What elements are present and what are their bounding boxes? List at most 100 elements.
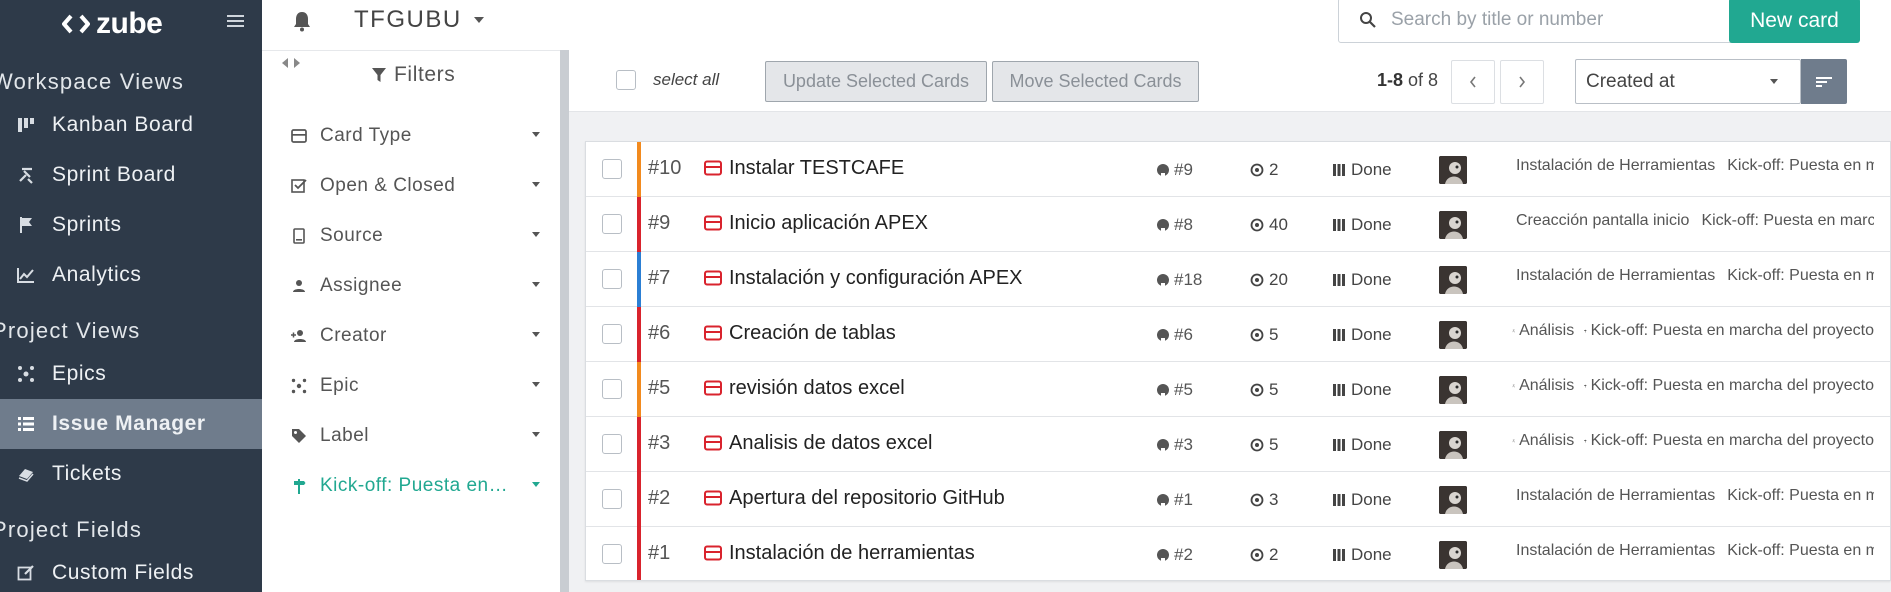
avatar[interactable] bbox=[1439, 321, 1467, 349]
bell-icon[interactable] bbox=[292, 10, 312, 32]
card-row[interactable]: #10 Instalar TESTCAFE #9 2 Done Instalac… bbox=[586, 142, 1890, 197]
github-issue[interactable]: #9 bbox=[1156, 160, 1193, 180]
card-number: #10 bbox=[648, 157, 682, 179]
sidebar-item-epics[interactable]: Epics bbox=[0, 349, 262, 399]
zube-logo[interactable]: zube bbox=[62, 7, 163, 41]
github-issue[interactable]: #3 bbox=[1156, 435, 1193, 455]
sidebar-item-custom-fields[interactable]: Custom Fields bbox=[0, 548, 262, 592]
next-page-button[interactable] bbox=[1500, 60, 1544, 104]
filter-label: Assignee bbox=[320, 275, 403, 296]
card-title[interactable]: Inicio aplicación APEX bbox=[729, 212, 928, 235]
card-checkbox[interactable] bbox=[602, 324, 622, 344]
sort-select[interactable]: Created at bbox=[1575, 59, 1801, 104]
sprint-icon bbox=[1512, 439, 1515, 443]
update-selected-cards-button[interactable]: Update Selected Cards bbox=[765, 61, 987, 102]
card-labels: Instalación de Herramientas Kick-off: Pu… bbox=[1512, 267, 1874, 285]
status-columns-icon bbox=[1333, 219, 1345, 231]
card-labels: Análisis Kick-off: Puesta en marcha del … bbox=[1512, 432, 1874, 450]
prev-page-button[interactable] bbox=[1451, 60, 1495, 104]
sidebar-item-analytics[interactable]: Analytics bbox=[0, 250, 262, 300]
sprint-icon bbox=[1512, 384, 1515, 388]
filter-label-tag[interactable]: Label bbox=[290, 418, 540, 454]
sidebar-item-sprint-board[interactable]: Sprint Board bbox=[0, 150, 262, 200]
github-issue[interactable]: #5 bbox=[1156, 380, 1193, 400]
card-type-icon bbox=[704, 490, 722, 506]
card-checkbox[interactable] bbox=[602, 159, 622, 179]
filters-panel: Filters Card Type Open & Closed Source A… bbox=[262, 50, 562, 592]
select-all-label: select all bbox=[653, 70, 720, 89]
search-input[interactable] bbox=[1391, 5, 1711, 35]
card-checkbox[interactable] bbox=[602, 434, 622, 454]
sidebar-item-kanban-board[interactable]: Kanban Board bbox=[0, 100, 262, 150]
card-labels: Análisis Kick-off: Puesta en marcha del … bbox=[1512, 377, 1874, 395]
card-row[interactable]: #1 Instalación de herramientas #2 2 Done… bbox=[586, 527, 1890, 580]
card-title[interactable]: Analisis de datos excel bbox=[729, 432, 932, 455]
filter-assignee[interactable]: Assignee bbox=[290, 268, 540, 304]
card-title[interactable]: Apertura del repositorio GitHub bbox=[729, 487, 1005, 510]
card-row[interactable]: #9 Inicio aplicación APEX #8 40 Done Cre… bbox=[586, 197, 1890, 252]
filter-milestone[interactable]: Kick-off: Puesta en marcha del proyecto bbox=[290, 468, 540, 504]
sort-icon bbox=[1816, 76, 1832, 87]
avatar[interactable] bbox=[1439, 486, 1467, 514]
card-checkbox[interactable] bbox=[602, 379, 622, 399]
sidebar-item-tickets[interactable]: Tickets bbox=[0, 449, 262, 499]
collapse-panel-icon[interactable] bbox=[280, 57, 302, 69]
github-issue-number: #1 bbox=[1174, 490, 1193, 509]
filter-source[interactable]: Source bbox=[290, 218, 540, 254]
avatar[interactable] bbox=[1439, 211, 1467, 239]
github-issue[interactable]: #8 bbox=[1156, 215, 1193, 235]
select-all-checkbox[interactable] bbox=[616, 70, 636, 90]
card-status: Done bbox=[1332, 545, 1392, 565]
project-selector[interactable]: TFGUBU bbox=[354, 6, 484, 34]
filter-card-type[interactable]: Card Type bbox=[290, 118, 540, 154]
pagination-info: 1-8 of 8 bbox=[1377, 70, 1438, 91]
move-selected-cards-button[interactable]: Move Selected Cards bbox=[992, 61, 1199, 102]
card-checkbox[interactable] bbox=[602, 489, 622, 509]
github-issue[interactable]: #2 bbox=[1156, 545, 1193, 565]
filter-creator[interactable]: Creator bbox=[290, 318, 540, 354]
sprint-label: Instalación de Herramientas bbox=[1516, 542, 1716, 559]
list-toolbar: select all Update Selected Cards Move Se… bbox=[569, 50, 1891, 112]
status-value: Done bbox=[1351, 270, 1392, 289]
hamburger-menu-icon[interactable] bbox=[226, 12, 246, 30]
avatar[interactable] bbox=[1439, 431, 1467, 459]
card-title[interactable]: Creación de tablas bbox=[729, 322, 896, 345]
card-checkbox[interactable] bbox=[602, 269, 622, 289]
sidebar-item-sprints[interactable]: Sprints bbox=[0, 200, 262, 250]
avatar[interactable] bbox=[1439, 266, 1467, 294]
card-checkbox[interactable] bbox=[602, 214, 622, 234]
caret-down-icon bbox=[532, 232, 540, 237]
github-issue[interactable]: #18 bbox=[1156, 270, 1202, 290]
avatar[interactable] bbox=[1439, 541, 1467, 569]
card-row[interactable]: #7 Instalación y configuración APEX #18 … bbox=[586, 252, 1890, 307]
card-checkbox[interactable] bbox=[602, 544, 622, 564]
avatar[interactable] bbox=[1439, 156, 1467, 184]
card-title[interactable]: Instalación de herramientas bbox=[729, 542, 975, 565]
filter-open-closed[interactable]: Open & Closed bbox=[290, 168, 540, 204]
page-range: 1-8 bbox=[1377, 70, 1404, 90]
milestone-label: Kick-off: Puesta en marcha del proyecto bbox=[1727, 542, 1874, 559]
github-issue[interactable]: #6 bbox=[1156, 325, 1193, 345]
card-points: 5 bbox=[1250, 325, 1278, 345]
card-row[interactable]: #5 revisión datos excel #5 5 Done Anális… bbox=[586, 362, 1890, 417]
milestone-icon bbox=[1584, 384, 1587, 388]
github-issue[interactable]: #1 bbox=[1156, 490, 1193, 510]
card-title[interactable]: revisión datos excel bbox=[729, 377, 905, 400]
github-icon bbox=[1157, 439, 1169, 451]
sort-direction-button[interactable] bbox=[1801, 59, 1847, 104]
card-row[interactable]: #2 Apertura del repositorio GitHub #1 3 … bbox=[586, 472, 1890, 527]
card-row[interactable]: #3 Analisis de datos excel #3 5 Done Aná… bbox=[586, 417, 1890, 472]
panel-scrollbar[interactable] bbox=[560, 50, 569, 592]
sidebar-item-issue-manager[interactable]: Issue Manager bbox=[0, 399, 262, 449]
card-row[interactable]: #6 Creación de tablas #6 5 Done Análisis… bbox=[586, 307, 1890, 362]
card-points: 40 bbox=[1250, 215, 1288, 235]
card-title[interactable]: Instalar TESTCAFE bbox=[729, 157, 904, 180]
filter-epic[interactable]: Epic bbox=[290, 368, 540, 404]
card-type-icon bbox=[704, 215, 722, 231]
card-labels: Análisis Kick-off: Puesta en marcha del … bbox=[1512, 322, 1874, 340]
new-card-button[interactable]: New card bbox=[1729, 0, 1860, 43]
card-title[interactable]: Instalación y configuración APEX bbox=[729, 267, 1023, 290]
caret-down-icon bbox=[532, 332, 540, 337]
avatar[interactable] bbox=[1439, 376, 1467, 404]
milestone-icon bbox=[1584, 329, 1587, 333]
